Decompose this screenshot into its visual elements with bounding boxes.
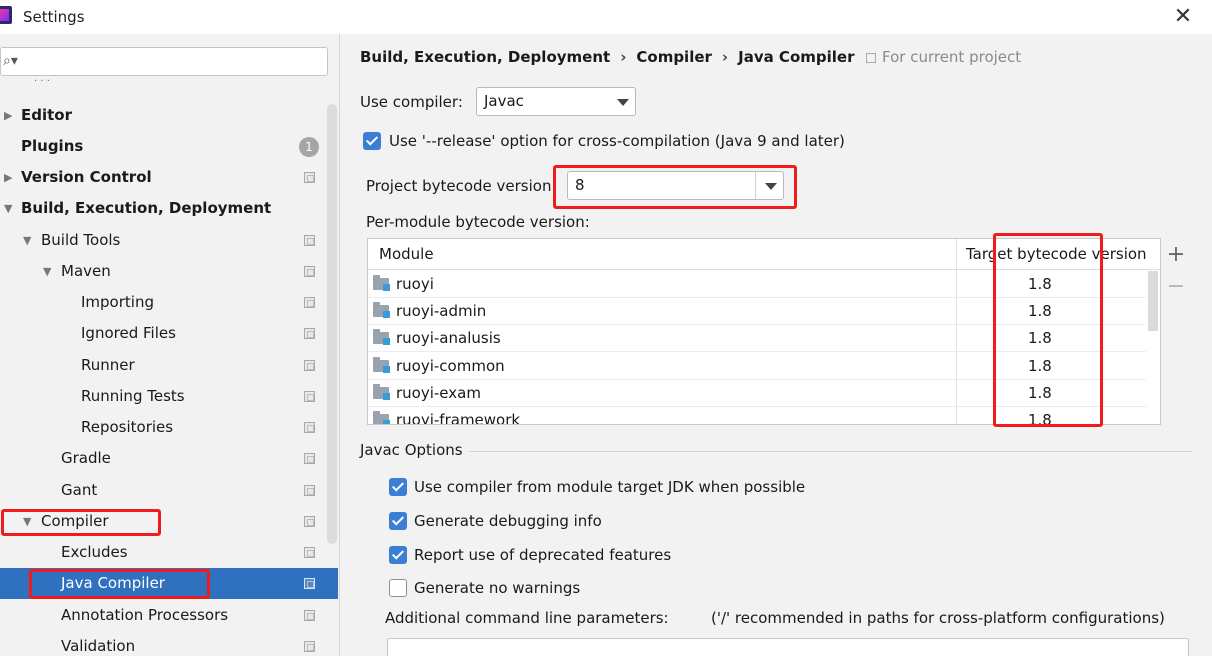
settings-sidebar: ⌕▾ · · · ▶ Editor Plugins 1 ▶ Version Co… [0, 34, 340, 656]
section-divider [469, 451, 1192, 452]
expand-arrow-icon[interactable]: ▶ [4, 162, 12, 193]
search-input[interactable]: ⌕▾ [0, 47, 328, 76]
sidebar-item-compiler[interactable]: ▼ Compiler [0, 506, 338, 537]
module-folder-icon [373, 302, 390, 318]
sidebar-item-annotation-processors[interactable]: Annotation Processors [0, 600, 338, 631]
column-header-module[interactable]: Module [379, 239, 434, 270]
project-scope-icon [304, 172, 315, 183]
additional-params-label: Additional command line parameters: [385, 609, 669, 627]
use-module-jdk-checkbox[interactable] [389, 478, 407, 496]
table-row[interactable]: ruoyi-framework 1.8 [368, 407, 1146, 424]
breadcrumb-item: Build, Execution, Deployment [360, 48, 611, 66]
project-bytecode-label: Project bytecode version: [366, 177, 557, 195]
table-row[interactable]: ruoyi-admin 1.8 [368, 298, 1146, 325]
project-scope-icon [304, 641, 315, 652]
chevron-down-icon [617, 99, 629, 106]
use-compiler-label: Use compiler: [360, 93, 463, 111]
project-scope-icon [304, 610, 315, 621]
collapse-arrow-icon[interactable]: ▼ [23, 506, 31, 537]
sidebar-item-importing[interactable]: Importing [0, 287, 338, 318]
use-module-jdk-label[interactable]: Use compiler from module target JDK when… [414, 478, 805, 496]
scrolled-item-fragment: · · · [34, 76, 50, 87]
close-icon[interactable]: ✕ [1170, 4, 1196, 30]
breadcrumb-item: Compiler [636, 48, 712, 66]
breadcrumb: Build, Execution, Deployment › Compiler › Ja… [360, 46, 854, 68]
javac-options-title: Javac Options [360, 441, 463, 459]
sidebar-item-build-tools[interactable]: ▼ Build Tools [0, 225, 338, 256]
column-header-target-version[interactable]: Target bytecode version [966, 239, 1147, 270]
project-scope-icon [304, 485, 315, 496]
chevron-down-icon [765, 183, 777, 190]
project-scope-icon [304, 516, 315, 527]
project-scope-icon [866, 53, 876, 63]
sidebar-item-gant[interactable]: Gant [0, 475, 338, 506]
table-row[interactable]: ruoyi-analusis 1.8 [368, 325, 1146, 352]
use-compiler-select[interactable]: Javac [476, 87, 636, 116]
project-scope-icon [304, 297, 315, 308]
sidebar-item-running-tests[interactable]: Running Tests [0, 381, 338, 412]
project-bytecode-select[interactable]: 8 [567, 171, 784, 200]
intellij-app-icon [0, 6, 12, 24]
breadcrumb-item: Java Compiler [738, 48, 855, 66]
sidebar-item-version-control[interactable]: ▶ Version Control [0, 162, 338, 193]
sidebar-item-ignored-files[interactable]: Ignored Files [0, 318, 338, 349]
search-icon: ⌕▾ [3, 53, 18, 69]
table-row[interactable]: ruoyi-common 1.8 [368, 353, 1146, 380]
module-folder-icon [373, 275, 390, 291]
sidebar-item-java-compiler[interactable]: Java Compiler [0, 568, 338, 599]
collapse-arrow-icon[interactable]: ▼ [4, 193, 12, 224]
no-warnings-checkbox[interactable] [389, 579, 407, 597]
table-scrollbar[interactable] [1148, 271, 1158, 331]
project-scope-icon [304, 235, 315, 246]
additional-params-hint: ('/' recommended in paths for cross-plat… [711, 609, 1165, 627]
sidebar-item-repositories[interactable]: Repositories [0, 412, 338, 443]
expand-arrow-icon[interactable]: ▶ [4, 100, 12, 131]
deprecated-features-checkbox[interactable] [389, 546, 407, 564]
window-title: Settings [23, 8, 85, 26]
release-option-checkbox[interactable] [363, 132, 381, 150]
project-scope-icon [304, 328, 315, 339]
breadcrumb-separator: › [721, 48, 729, 66]
module-folder-icon [373, 357, 390, 373]
project-scope-icon [304, 360, 315, 371]
module-folder-icon [373, 411, 390, 424]
title-bar: Settings ✕ [0, 0, 1212, 34]
deprecated-features-label[interactable]: Report use of deprecated features [414, 546, 671, 564]
remove-module-icon[interactable]: − [1165, 276, 1187, 298]
project-scope-icon [304, 578, 315, 589]
project-scope-icon [304, 391, 315, 402]
project-scope-icon [304, 422, 315, 433]
sidebar-item-gradle[interactable]: Gradle [0, 443, 338, 474]
sidebar-item-plugins[interactable]: Plugins 1 [0, 131, 338, 162]
per-module-label: Per-module bytecode version: [366, 213, 590, 231]
debugging-info-checkbox[interactable] [389, 512, 407, 530]
per-module-bytecode-table: Module Target bytecode version ruoyi 1.8… [367, 238, 1161, 425]
additional-params-input[interactable] [387, 638, 1189, 656]
module-folder-icon [373, 329, 390, 345]
sidebar-item-runner[interactable]: Runner [0, 350, 338, 381]
sidebar-item-build-execution-deployment[interactable]: ▼ Build, Execution, Deployment [0, 193, 338, 224]
sidebar-item-excludes[interactable]: Excludes [0, 537, 338, 568]
collapse-arrow-icon[interactable]: ▼ [43, 256, 51, 287]
project-scope-icon [304, 453, 315, 464]
sidebar-item-editor[interactable]: ▶ Editor [0, 100, 338, 131]
project-scope-icon [304, 547, 315, 558]
table-row[interactable]: ruoyi-exam 1.8 [368, 380, 1146, 407]
collapse-arrow-icon[interactable]: ▼ [23, 225, 31, 256]
debugging-info-label[interactable]: Generate debugging info [414, 512, 602, 530]
project-scope-icon [304, 266, 315, 277]
java-compiler-settings-panel: Build, Execution, Deployment › Compiler › Ja… [341, 34, 1212, 656]
add-module-icon[interactable]: + [1165, 244, 1187, 266]
breadcrumb-separator: › [620, 48, 627, 66]
no-warnings-label[interactable]: Generate no warnings [414, 579, 580, 597]
table-header: Module Target bytecode version [368, 239, 1160, 270]
sidebar-item-validation[interactable]: Validation [0, 631, 338, 656]
module-folder-icon [373, 384, 390, 400]
update-count-badge: 1 [299, 137, 319, 157]
release-option-label[interactable]: Use '--release' option for cross-compila… [389, 132, 845, 150]
sidebar-item-maven[interactable]: ▼ Maven [0, 256, 338, 287]
scope-label: For current project [866, 46, 1021, 68]
table-row[interactable]: ruoyi 1.8 [368, 271, 1146, 298]
